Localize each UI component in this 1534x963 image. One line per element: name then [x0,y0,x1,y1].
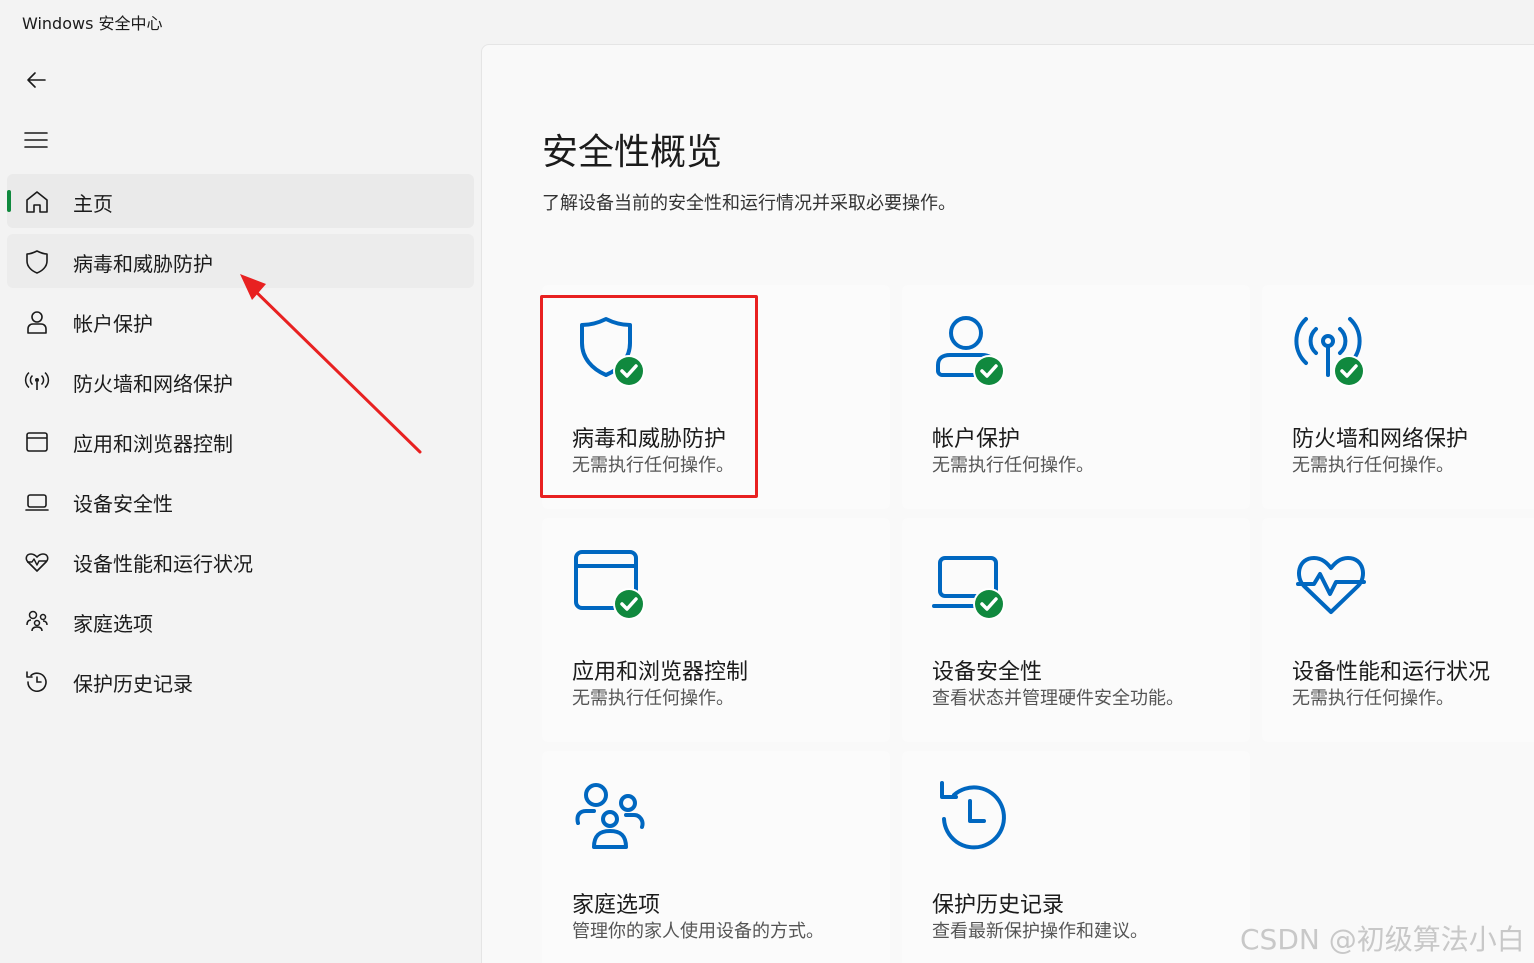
card-desc: 管理你的家人使用设备的方式。 [572,921,824,942]
card-desc: 无需执行任何操作。 [932,455,1094,476]
card-device-security[interactable]: 设备安全性 查看状态并管理硬件安全功能。 [902,518,1250,742]
hamburger-icon [24,132,48,148]
sidebar-item-family-options[interactable]: 家庭选项 [7,594,474,648]
sidebar-item-label: 家庭选项 [73,612,153,636]
card-desc: 无需执行任何操作。 [572,688,734,709]
card-account-protection[interactable]: 帐户保护 无需执行任何操作。 [902,285,1250,509]
main-content: 安全性概览 了解设备当前的安全性和运行情况并采取必要操作。 病毒和威胁防护 无需… [481,44,1534,963]
card-virus-protection[interactable]: 病毒和威胁防护 无需执行任何操作。 [542,285,890,509]
laptop-check-icon [932,556,1005,620]
back-arrow-icon [27,72,46,88]
antenna-check-icon [1294,317,1365,387]
title-bar: Windows 安全中心 [0,0,1534,44]
sidebar-item-label: 主页 [73,192,113,216]
card-title: 帐户保护 [932,427,1021,452]
menu-button[interactable] [14,120,58,160]
page-subtitle: 了解设备当前的安全性和运行情况并采取必要操作。 [542,193,956,214]
family-icon [575,783,645,849]
card-desc: 查看最新保护操作和建议。 [932,921,1148,942]
sidebar-item-virus-protection[interactable]: 病毒和威胁防护 [7,234,474,288]
card-title: 设备安全性 [932,660,1043,685]
sidebar-item-label: 帐户保护 [73,312,153,336]
sidebar-nav: 主页 病毒和威胁防护 帐户保护 防火墙和网络保护 应用和浏览器控制 设备安全性 [7,174,474,714]
sidebar-item-firewall[interactable]: 防火墙和网络保护 [7,354,474,408]
card-title: 应用和浏览器控制 [572,660,749,685]
card-title: 病毒和威胁防护 [572,427,727,452]
sidebar-item-label: 保护历史记录 [73,672,193,696]
card-desc: 无需执行任何操作。 [1292,688,1454,709]
card-title: 保护历史记录 [932,893,1065,918]
card-title: 设备性能和运行状况 [1292,660,1491,685]
card-device-performance[interactable]: 设备性能和运行状况 无需执行任何操作。 [1262,518,1534,742]
history-icon [940,781,1006,850]
antenna-icon [24,369,50,395]
card-desc: 无需执行任何操作。 [572,455,734,476]
card-firewall[interactable]: 防火墙和网络保护 无需执行任何操作。 [1262,285,1534,509]
shield-check-icon [580,317,645,387]
app-window-icon [24,429,50,455]
history-icon [24,669,50,695]
heart-pulse-icon [1296,556,1366,614]
sidebar-item-account-protection[interactable]: 帐户保护 [7,294,474,348]
window-title: Windows 安全中心 [22,14,163,33]
sidebar-item-label: 应用和浏览器控制 [73,432,233,456]
sidebar-item-label: 防火墙和网络保护 [73,372,233,396]
sidebar-item-label: 病毒和威胁防护 [73,252,213,276]
app-window-check-icon [574,550,645,620]
card-family-options[interactable]: 家庭选项 管理你的家人使用设备的方式。 [542,751,890,963]
sidebar-item-device-performance[interactable]: 设备性能和运行状况 [7,534,474,588]
sidebar-item-app-browser-control[interactable]: 应用和浏览器控制 [7,414,474,468]
sidebar-item-label: 设备性能和运行状况 [73,552,253,576]
sidebar-item-device-security[interactable]: 设备安全性 [7,474,474,528]
card-title: 防火墙和网络保护 [1292,427,1469,452]
sidebar-item-home[interactable]: 主页 [7,174,474,228]
card-desc: 查看状态并管理硬件安全功能。 [932,688,1184,709]
person-icon [24,309,50,335]
back-button[interactable] [14,60,58,100]
watermark: CSDN @初级算法小白 [1240,923,1525,956]
card-protection-history[interactable]: 保护历史记录 查看最新保护操作和建议。 [902,751,1250,963]
family-icon [24,609,50,635]
shield-icon [24,249,50,275]
card-desc: 无需执行任何操作。 [1292,455,1454,476]
person-check-icon [936,316,1005,387]
sidebar-item-label: 设备安全性 [73,492,173,516]
selected-indicator [7,190,11,212]
heart-pulse-icon [24,549,50,575]
home-icon [24,189,50,215]
page-title: 安全性概览 [542,132,723,173]
card-app-browser-control[interactable]: 应用和浏览器控制 无需执行任何操作。 [542,518,890,742]
card-title: 家庭选项 [572,893,661,918]
laptop-icon [24,489,50,515]
sidebar-item-protection-history[interactable]: 保护历史记录 [7,654,474,708]
